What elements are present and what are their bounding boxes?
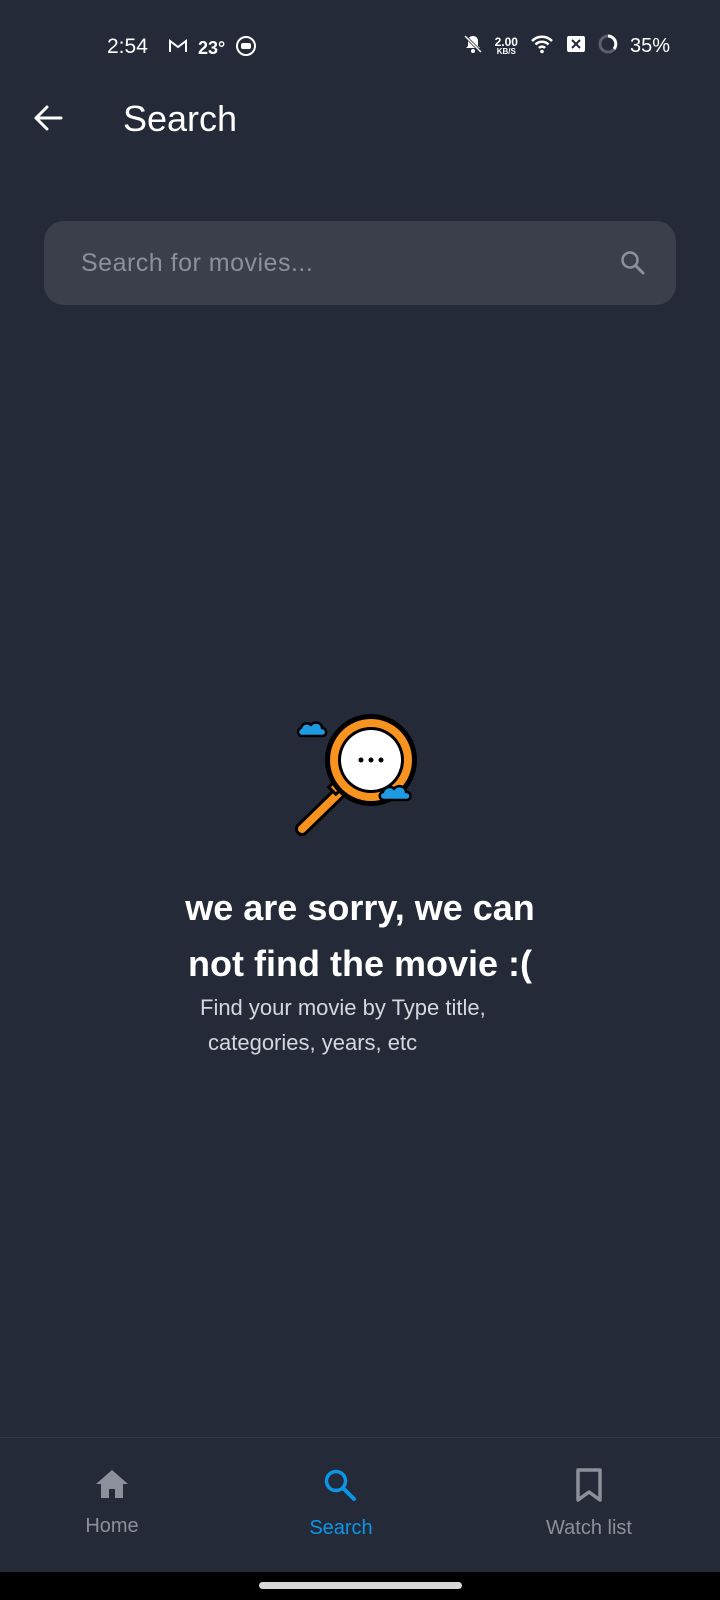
notifications-off-icon xyxy=(463,34,483,59)
app-notification-icon xyxy=(235,35,257,62)
search-input[interactable] xyxy=(79,247,618,279)
search-screen: 2:54 23° 2.00 KB/S 35% Search Search for… xyxy=(0,0,720,1600)
back-button[interactable] xyxy=(28,100,68,140)
nav-label-home: Home xyxy=(85,1515,139,1537)
arrow-left-icon xyxy=(33,104,63,137)
gmail-icon xyxy=(168,38,188,59)
nav-item-watch-list[interactable]: Watch list xyxy=(489,1468,689,1540)
empty-subtitle-line-2: categories, years, etc xyxy=(208,1030,418,1055)
network-speed: 2.00 KB/S xyxy=(494,34,518,57)
net-speed-unit: KB/S xyxy=(496,46,516,56)
empty-state-subtitle: Find your movie by Type title, categorie… xyxy=(200,990,540,1060)
battery-percentage: 35% xyxy=(629,35,670,57)
temperature-text: 23° xyxy=(198,38,226,58)
no-results-illustration xyxy=(294,708,428,842)
search-icon xyxy=(323,1468,359,1507)
magnifier-illustration-icon xyxy=(295,714,417,836)
status-time: 2:54 xyxy=(107,35,148,58)
nav-label-search: Search xyxy=(309,1517,373,1539)
empty-state-title: we are sorry, we can not find the movie … xyxy=(0,880,720,992)
bottom-navigation: Home Search Watch list xyxy=(0,1437,720,1573)
search-bar[interactable] xyxy=(44,221,676,305)
bookmark-icon xyxy=(574,1468,604,1507)
system-navigation-bar xyxy=(0,1572,720,1600)
wifi-icon xyxy=(530,34,554,59)
gesture-handle[interactable] xyxy=(259,1582,462,1589)
empty-subtitle-line-1: Find your movie by Type title, xyxy=(200,995,486,1020)
sim-off-icon xyxy=(566,35,586,58)
nav-label-watch-list: Watch list xyxy=(546,1517,632,1539)
battery-icon xyxy=(598,34,618,59)
empty-title-line-2: not find the movie :( xyxy=(188,943,532,984)
home-icon xyxy=(94,1468,130,1505)
status-bar: 2:54 23° 2.00 KB/S 35% xyxy=(0,0,720,96)
page-title: Search xyxy=(123,98,238,139)
nav-item-home[interactable]: Home xyxy=(12,1468,212,1538)
nav-item-search[interactable]: Search xyxy=(241,1468,441,1540)
app-bar: Search xyxy=(0,96,720,144)
search-icon[interactable] xyxy=(618,248,648,278)
status-notification-icons: 23° xyxy=(168,35,257,62)
empty-title-line-1: we are sorry, we can xyxy=(185,887,535,928)
net-speed-value: 2.00 xyxy=(494,34,518,49)
status-system-icons: 2.00 KB/S 35% xyxy=(463,34,670,59)
